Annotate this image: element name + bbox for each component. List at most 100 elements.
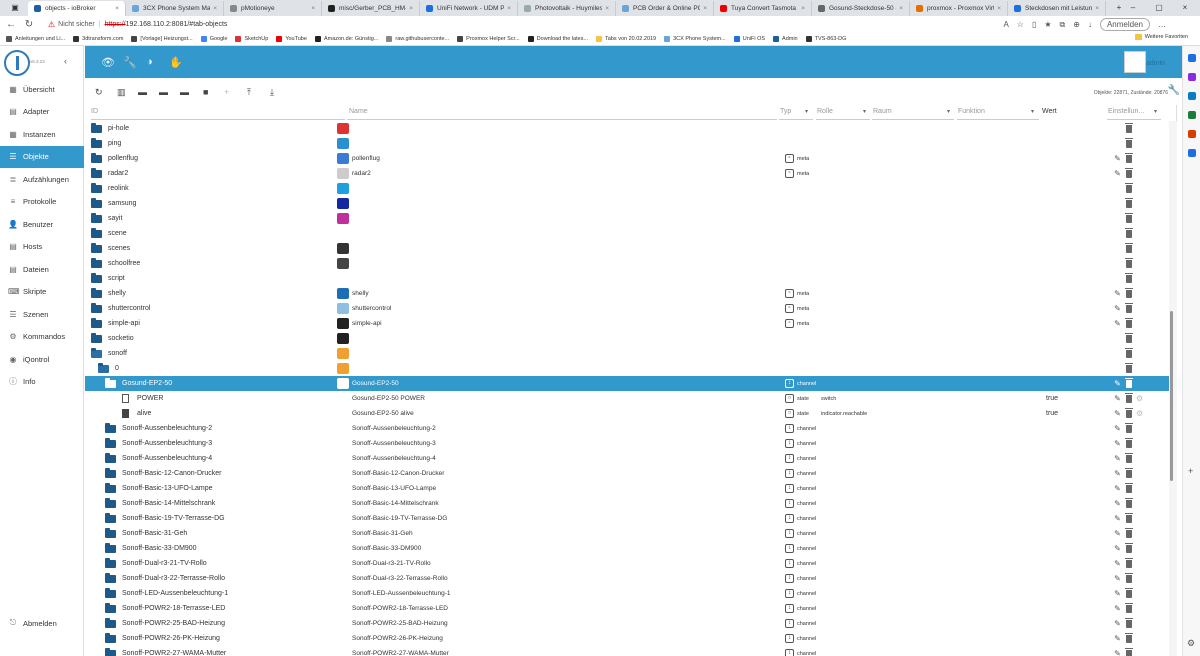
- maximize-icon[interactable]: ▢: [1148, 0, 1170, 16]
- row-id[interactable]: scenes: [91, 242, 130, 253]
- row-name[interactable]: Gosund-EP2-50: [352, 380, 399, 387]
- outlook-icon[interactable]: [1188, 149, 1196, 157]
- menu-item[interactable]: ☰ Szenen: [0, 303, 84, 325]
- custom-settings-icon[interactable]: ⚙: [1136, 409, 1143, 418]
- col-function[interactable]: Funktion: [958, 108, 985, 115]
- table-row[interactable]: Sonoff-Dual-r3-21-TV-Rollo Sonoff-Dual-r3…: [85, 556, 1169, 571]
- row-id[interactable]: Sonoff-POWR2-27-WAMA-Mutter: [105, 647, 226, 656]
- row-id[interactable]: Sonoff-Basic-12-Canon-Drucker: [105, 467, 221, 478]
- bookmark-item[interactable]: Proxmox Helper Scr...: [457, 36, 520, 42]
- menu-item[interactable]: 👤 Benutzer: [0, 213, 84, 235]
- admin-label[interactable]: admin: [1146, 60, 1165, 67]
- browser-tab[interactable]: 3CX Phone System Manage×: [126, 1, 224, 16]
- bookmark-item[interactable]: 3dtransform.com: [73, 36, 123, 42]
- table-row[interactable]: simple-api simple-api ▫ meta ✎: [85, 316, 1169, 331]
- row-name[interactable]: Sonoff-Basic-13-UFO-Lampe: [352, 485, 436, 492]
- row-id[interactable]: ping: [91, 137, 121, 148]
- menu-item[interactable]: ≣ Aufzählungen: [0, 168, 84, 190]
- table-row[interactable]: socketio: [85, 331, 1169, 346]
- menu-item[interactable]: ≡ Protokolle: [0, 191, 84, 213]
- scrollbar-thumb[interactable]: [1170, 311, 1173, 481]
- table-row[interactable]: reolink: [85, 181, 1169, 196]
- delete-icon[interactable]: [1125, 602, 1133, 613]
- menu-item[interactable]: ⓘ Info: [0, 371, 84, 393]
- col-settings[interactable]: Einstellun...: [1108, 108, 1144, 115]
- bookmark-item[interactable]: YouTube: [276, 36, 307, 42]
- row-name[interactable]: Gosund-EP2-50 alive: [352, 410, 414, 417]
- edit-icon[interactable]: ✎: [1113, 514, 1122, 523]
- iobroker-logo-icon[interactable]: [4, 50, 30, 76]
- table-row[interactable]: sonoff: [85, 346, 1169, 361]
- delete-icon[interactable]: [1125, 632, 1133, 643]
- delete-icon[interactable]: [1125, 347, 1133, 358]
- delete-icon[interactable]: [1125, 482, 1133, 493]
- new-tab-icon[interactable]: +: [1108, 0, 1130, 16]
- table-row[interactable]: scene: [85, 226, 1169, 241]
- delete-icon[interactable]: [1125, 572, 1133, 583]
- row-id[interactable]: pi-hole: [91, 122, 129, 133]
- bookmark-item[interactable]: Amazon.de: Günstig...: [314, 36, 378, 42]
- row-id[interactable]: samsung: [91, 197, 136, 208]
- edit-icon[interactable]: ✎: [1113, 634, 1122, 643]
- row-name[interactable]: Sonoff-Aussenbeleuchtung-2: [352, 425, 436, 432]
- edit-icon[interactable]: ✎: [1113, 289, 1122, 298]
- row-name[interactable]: Sonoff-Basic-12-Canon-Drucker: [352, 470, 444, 477]
- row-id[interactable]: Sonoff-Basic-31-Geh: [105, 527, 187, 538]
- row-id[interactable]: simple-api: [91, 317, 140, 328]
- folder-view-icon[interactable]: ▬: [138, 87, 147, 97]
- tab-close-icon[interactable]: ×: [112, 5, 119, 12]
- edit-icon[interactable]: ✎: [1113, 304, 1122, 313]
- edit-icon[interactable]: ✎: [1113, 574, 1122, 583]
- level-badge-icon[interactable]: ■: [203, 87, 208, 97]
- window-menu-icon[interactable]: ▣: [4, 0, 26, 16]
- table-row[interactable]: POWER Gosund-EP2-50 POWER ○ state switch true…: [85, 391, 1169, 406]
- table-row[interactable]: script: [85, 271, 1169, 286]
- window-close-icon[interactable]: ×: [1174, 0, 1196, 16]
- menu-item[interactable]: ▤ Adapter: [0, 101, 84, 123]
- table-row[interactable]: 0: [85, 361, 1169, 376]
- office-icon[interactable]: [1188, 130, 1196, 138]
- favorites-icon[interactable]: ★: [1044, 20, 1051, 29]
- row-name[interactable]: Sonoff-Basic-19-TV-Terrasse-DG: [352, 515, 447, 522]
- tab-close-icon[interactable]: ×: [210, 5, 217, 12]
- collapse-sidebar-icon[interactable]: ‹: [64, 56, 67, 66]
- bookmark-item[interactable]: Tabs von 20.02.2019: [596, 36, 656, 42]
- row-id[interactable]: alive: [122, 409, 151, 418]
- back-icon[interactable]: ←: [4, 19, 18, 30]
- bookmark-item[interactable]: SketchUp: [235, 36, 268, 42]
- edit-icon[interactable]: ✎: [1113, 169, 1122, 178]
- edit-icon[interactable]: ✎: [1113, 439, 1122, 448]
- tab-close-icon[interactable]: ×: [308, 5, 315, 12]
- edit-icon[interactable]: ✎: [1113, 319, 1122, 328]
- table-row[interactable]: samsung: [85, 196, 1169, 211]
- col-room-caret-icon[interactable]: ▾: [947, 108, 950, 115]
- edit-icon[interactable]: ✎: [1113, 604, 1122, 613]
- bookmark-item[interactable]: Anleitungen und Li...: [6, 36, 65, 42]
- row-id[interactable]: sayit: [91, 212, 122, 223]
- delete-icon[interactable]: [1125, 167, 1133, 178]
- delete-icon[interactable]: [1125, 467, 1133, 478]
- col-id[interactable]: ID: [91, 108, 98, 115]
- row-id[interactable]: scene: [91, 227, 127, 238]
- col-settings-caret-icon[interactable]: ▾: [1154, 108, 1157, 115]
- url-field[interactable]: ⚠ Nicht sicher | https:// 192.168.110.2:…: [48, 17, 1088, 32]
- browser-tab[interactable]: Tuya Convert Tasmota flash×: [714, 1, 812, 16]
- row-id[interactable]: Sonoff-Aussenbeleuchtung-4: [105, 452, 212, 463]
- browser-tab[interactable]: misc/Gerber_PCB_HM-600×: [322, 1, 420, 16]
- delete-icon[interactable]: [1125, 422, 1133, 433]
- search-icon[interactable]: [1188, 54, 1196, 62]
- row-id[interactable]: POWER: [122, 394, 163, 403]
- row-id[interactable]: sonoff: [91, 347, 127, 358]
- browser-tab[interactable]: Steckdosen mit Leistungen×: [1008, 1, 1106, 16]
- table-row[interactable]: Sonoff-Aussenbeleuchtung-2 Sonoff-Aussenb…: [85, 421, 1169, 436]
- row-id[interactable]: Sonoff-Dual-r3-22-Terrasse-Rollo: [105, 572, 225, 583]
- delete-icon[interactable]: [1125, 332, 1133, 343]
- tab-close-icon[interactable]: ×: [1092, 5, 1099, 12]
- browser-tab[interactable]: UniFi Network - UDM Pro ×: [420, 1, 518, 16]
- edit-icon[interactable]: ✎: [1113, 154, 1122, 163]
- menu-item[interactable]: ◉ iQontrol: [0, 348, 84, 370]
- edit-icon[interactable]: ✎: [1113, 394, 1122, 403]
- table-row[interactable]: Sonoff-Basic-33-DM900 Sonoff-Basic-33-DM9…: [85, 541, 1169, 556]
- add-sidebar-icon[interactable]: +: [1188, 466, 1193, 476]
- bookmark-item[interactable]: Download the lates...: [527, 36, 588, 42]
